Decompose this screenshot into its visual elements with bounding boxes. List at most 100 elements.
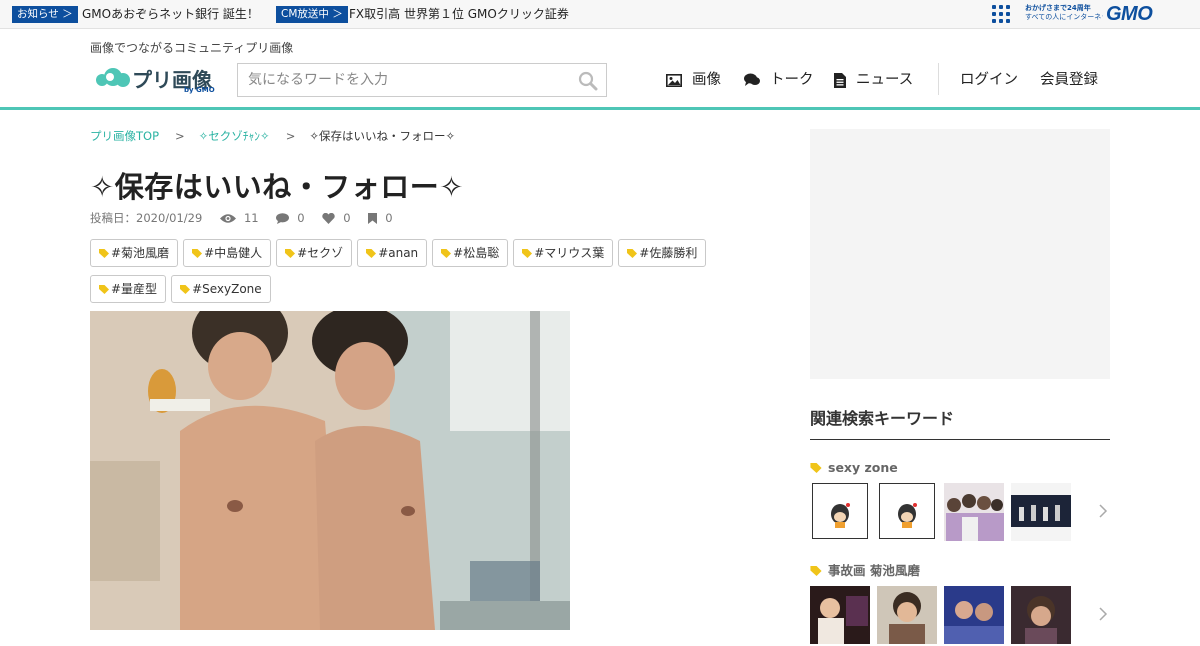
tag-icon	[441, 249, 452, 258]
site-tagline: 画像でつながるコミュニティプリ画像	[90, 41, 294, 55]
thumbnail[interactable]	[944, 586, 1004, 644]
tag-icon	[99, 285, 109, 294]
like-count-value: 0	[343, 211, 351, 225]
tag-chip[interactable]: #中島健人	[183, 239, 272, 267]
gmo-logo[interactable]: GMO	[1106, 3, 1153, 25]
comment-count[interactable]: 0	[276, 210, 305, 226]
comment-count-value: 0	[297, 211, 305, 225]
related-keyword-label: 事故画 菊池風磨	[828, 563, 920, 578]
related-keywords-title: 関連検索キーワード	[810, 405, 1110, 440]
tag-label: #anan	[378, 246, 419, 260]
login-link[interactable]: ログイン	[960, 69, 1018, 91]
tag-label: #マリウス葉	[534, 246, 605, 260]
character-illustration	[898, 503, 917, 528]
thumbnail[interactable]	[810, 586, 870, 644]
news-badge[interactable]: お知らせ ＞	[12, 6, 78, 23]
tag-chip[interactable]: #マリウス葉	[513, 239, 614, 267]
nav-news[interactable]: ニュース	[834, 69, 913, 91]
closeup-photo	[1011, 586, 1071, 644]
tag-label: #佐藤勝利	[639, 246, 698, 260]
gmo-grid-icon[interactable]	[992, 5, 1010, 23]
tag-chip[interactable]: #セクゾ	[276, 239, 353, 267]
tag-label: #菊池風磨	[111, 246, 170, 260]
breadcrumb-category[interactable]: ✧セクゾﾁｬﾝ✧	[199, 129, 270, 143]
logo-by-gmo: by GMO	[184, 86, 215, 94]
tag-chip[interactable]: #松島聡	[432, 239, 509, 267]
site-header: 画像でつながるコミュニティプリ画像 プリ画像 by GMO 画像 トーク	[0, 29, 1200, 110]
thumbnail[interactable]	[944, 483, 1004, 541]
comment-icon	[276, 213, 290, 224]
breadcrumb-current: ✧保存はいいね・フォロー✧	[309, 129, 456, 143]
like-count[interactable]: 0	[322, 210, 351, 226]
concert-photo	[810, 586, 870, 644]
ad-slot[interactable]	[810, 129, 1110, 379]
tag-list: #菊池風磨 #中島健人 #セクゾ #anan #松島聡 #マリウス葉 #佐藤勝利 #量産型 #S…	[90, 239, 730, 311]
related-keyword-label: sexy zone	[828, 460, 898, 475]
news-link-bank[interactable]: GMOあおぞらネット銀行 誕生！	[82, 6, 259, 23]
nav-talk[interactable]: トーク	[744, 69, 814, 91]
thumbnail[interactable]	[812, 483, 868, 539]
tag-icon	[810, 566, 822, 576]
post-image[interactable]	[90, 311, 570, 630]
cm-badge[interactable]: CM放送中 ＞	[276, 6, 348, 23]
tag-icon	[285, 249, 296, 258]
related-keyword-group: 事故画 菊池風磨	[810, 562, 1110, 644]
thumbnail[interactable]	[1011, 586, 1071, 644]
thumbnail-row	[810, 586, 1110, 646]
post-photo	[90, 311, 570, 630]
gmo-topbar: お知らせ ＞ GMOあおぞらネット銀行 誕生！ CM放送中 ＞ FX取引高 世界…	[0, 0, 1200, 29]
post-date: 投稿日：2020/01/29	[90, 211, 203, 225]
tag-chip[interactable]: #菊池風磨	[90, 239, 179, 267]
chevron-right-icon[interactable]	[1098, 606, 1108, 622]
tag-chip[interactable]: #anan	[357, 239, 428, 267]
magnifier-icon[interactable]	[578, 71, 598, 91]
post-meta: 投稿日：2020/01/29 11 0 0 0	[90, 210, 393, 226]
eye-icon	[219, 214, 236, 223]
document-icon	[834, 72, 846, 88]
portrait-photo	[877, 586, 937, 644]
breadcrumb-home[interactable]: プリ画像TOP	[90, 129, 159, 143]
search-box	[237, 63, 607, 97]
tag-icon	[627, 249, 638, 258]
nav-divider	[938, 63, 939, 95]
nav-images[interactable]: 画像	[666, 69, 721, 91]
site-logo[interactable]: プリ画像 by GMO	[96, 65, 224, 95]
thumbnail[interactable]	[877, 586, 937, 644]
stage-photo	[1011, 483, 1071, 541]
related-keyword-link[interactable]: sexy zone	[810, 459, 1110, 477]
nav-images-label: 画像	[692, 72, 721, 88]
bookmark-count[interactable]: 0	[368, 210, 393, 226]
gmo-tagline: おかげさまで24周年 すべての人にインターネット	[1025, 4, 1103, 21]
breadcrumb-separator: >	[175, 129, 185, 143]
tag-chip[interactable]: #SexyZone	[171, 275, 271, 303]
tag-icon	[192, 249, 203, 258]
chevron-right-icon[interactable]	[1098, 503, 1108, 519]
nav-news-label: ニュース	[856, 72, 914, 88]
tag-chip[interactable]: #量産型	[90, 275, 167, 303]
related-keyword-link[interactable]: 事故画 菊池風磨	[810, 562, 1110, 580]
thumbnail[interactable]	[879, 483, 935, 539]
character-illustration	[831, 503, 850, 528]
nav-talk-label: トーク	[770, 72, 814, 88]
tag-icon	[522, 249, 533, 258]
tag-icon	[810, 463, 822, 473]
tag-label: #量産型	[111, 282, 158, 296]
group-photo	[944, 483, 1004, 541]
logo-mark-icon	[96, 68, 130, 88]
heart-icon	[322, 212, 335, 224]
breadcrumb-separator: >	[285, 129, 296, 143]
tag-label: #松島聡	[453, 246, 500, 260]
breadcrumb: プリ画像TOP > ✧セクゾﾁｬﾝ✧ > ✧保存はいいね・フォロー✧	[90, 128, 455, 144]
tag-label: #SexyZone	[192, 282, 262, 296]
news-link-fx[interactable]: FX取引高 世界第１位 GMOクリック証券	[349, 6, 569, 23]
bookmark-count-value: 0	[385, 211, 393, 225]
thumbnail[interactable]	[1011, 483, 1071, 541]
search-input[interactable]	[238, 64, 568, 96]
thumbnail-row	[810, 483, 1110, 543]
register-link[interactable]: 会員登録	[1040, 69, 1098, 91]
tag-chip[interactable]: #佐藤勝利	[618, 239, 707, 267]
view-count-value: 11	[243, 211, 259, 225]
page-title: ✧保存はいいね・フォロー✧	[90, 170, 465, 204]
image-icon	[666, 73, 682, 87]
tag-icon	[180, 285, 191, 294]
